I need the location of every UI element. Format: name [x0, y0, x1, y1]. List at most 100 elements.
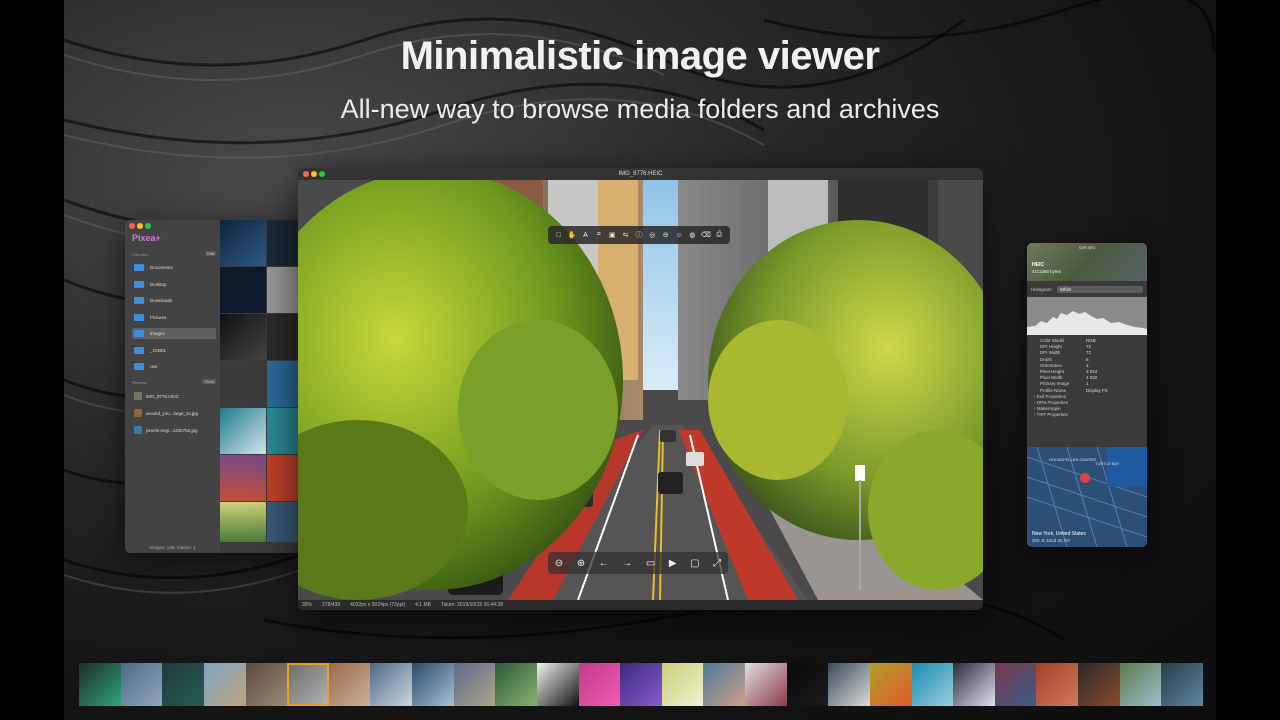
- eraser-tool-icon[interactable]: ⌫: [701, 231, 711, 239]
- sidebar-item-favorite[interactable]: _2XB01: [132, 345, 216, 356]
- folder-icon: [134, 313, 144, 321]
- file-bytes: 4111368 bytes: [1032, 269, 1061, 274]
- thumbnail[interactable]: [220, 408, 266, 454]
- sidebar-item-favorite[interactable]: Images: [132, 328, 216, 339]
- sidebar-item-favorite[interactable]: Pictures: [132, 312, 216, 323]
- filmstrip-thumbnail[interactable]: [1036, 663, 1078, 706]
- filmstrip-thumbnail[interactable]: [745, 663, 787, 706]
- filmstrip-thumbnail[interactable]: [828, 663, 870, 706]
- close-button[interactable]: [129, 223, 135, 229]
- sidebar-item-favorite[interactable]: Documents: [132, 262, 216, 273]
- image-dimensions: 4032px x 3024px (72ppi): [350, 602, 406, 608]
- filmstrip-thumbnail[interactable]: [703, 663, 745, 706]
- filmstrip-thumbnail[interactable]: [79, 663, 121, 706]
- thumbnail[interactable]: [220, 267, 266, 313]
- folder-icon: [134, 264, 144, 271]
- zoom-out-icon[interactable]: ⊖: [555, 558, 563, 569]
- emoji-tool-icon[interactable]: ☺: [675, 231, 683, 239]
- zoom-button[interactable]: [145, 223, 151, 229]
- sidebar-item-favorite[interactable]: Desktop: [132, 279, 216, 290]
- recent-file-item[interactable]: pexels-engi...1435752.jpg: [132, 424, 216, 436]
- minimize-button[interactable]: [137, 223, 143, 229]
- thumbnail[interactable]: [267, 267, 300, 313]
- image-index: 278/439: [322, 602, 341, 608]
- thumbnail[interactable]: [220, 220, 266, 266]
- filmstrip-thumbnail[interactable]: [412, 663, 454, 706]
- thumbnail[interactable]: [267, 502, 300, 542]
- filmstrip-thumbnail[interactable]: [328, 663, 371, 706]
- play-icon[interactable]: ▶: [669, 558, 677, 569]
- filmstrip-thumbnail[interactable]: [370, 663, 412, 706]
- filmstrip-thumbnail[interactable]: [1119, 663, 1162, 706]
- text-tool-icon[interactable]: A: [581, 231, 589, 239]
- fullscreen-icon[interactable]: ⤢: [713, 558, 721, 569]
- thumbnail[interactable]: [267, 455, 300, 501]
- sidebar-item-favorite[interactable]: raw: [132, 361, 216, 372]
- filter-tool-icon[interactable]: ◎: [648, 231, 656, 239]
- slideshow-icon[interactable]: ▭: [646, 558, 655, 569]
- filmstrip-thumbnail[interactable]: [536, 663, 579, 706]
- histogram-label: Histogram:: [1031, 287, 1053, 292]
- folder-icon: [134, 330, 144, 337]
- screen-icon[interactable]: ▢: [690, 558, 699, 569]
- library-status: Images: 148, Videos: 1: [149, 545, 196, 550]
- previous-arrow-icon[interactable]: ←: [599, 558, 609, 569]
- promo-stage: Minimalistic image viewer All-new way to…: [0, 0, 1280, 720]
- browser-window: Pixea+ Favorites Edit Documents Desktop Do…: [125, 220, 300, 553]
- filmstrip-thumbnail[interactable]: [786, 663, 829, 706]
- filmstrip-thumbnail[interactable]: [120, 663, 163, 706]
- filmstrip-thumbnail[interactable]: [453, 663, 496, 706]
- zoom-button[interactable]: [319, 171, 325, 177]
- thumbnail[interactable]: [267, 314, 300, 360]
- thumbnail[interactable]: [220, 502, 266, 542]
- filmstrip-thumbnail[interactable]: [1161, 663, 1203, 706]
- filmstrip-thumbnail[interactable]: [661, 663, 704, 706]
- recent-file-item[interactable]: around_you...large_2x.jpg: [132, 407, 216, 419]
- histogram-select[interactable]: White: [1056, 286, 1143, 293]
- recent-file-item[interactable]: IMG_8776.HEIC: [132, 390, 216, 402]
- filmstrip-thumbnail[interactable]: [869, 663, 912, 706]
- image-tool-icon[interactable]: ▣: [608, 231, 616, 239]
- sidebar: Pixea+ Favorites Edit Documents Desktop Do…: [125, 220, 220, 553]
- map-address: 320, E 42nd St, NY: [1032, 538, 1071, 543]
- filmstrip-thumbnail[interactable]: [1078, 663, 1120, 706]
- property-row: Profile Name Display P3: [1027, 388, 1147, 394]
- select-tool-icon[interactable]: □: [555, 231, 563, 239]
- thumbnail[interactable]: [267, 408, 300, 454]
- favorites-edit-button[interactable]: Edit: [205, 251, 216, 256]
- sharpen-tool-icon[interactable]: ◍: [688, 231, 696, 239]
- filmstrip-thumbnail[interactable]: [911, 663, 954, 706]
- sidebar-item-favorite[interactable]: Downloads: [132, 295, 216, 306]
- rotate-tool-icon[interactable]: ⊖: [662, 231, 670, 239]
- filmstrip: [79, 663, 1203, 706]
- hand-tool-icon[interactable]: ✋: [568, 231, 577, 239]
- zoom-in-icon[interactable]: ⊕: [577, 558, 585, 569]
- thumbnail[interactable]: [220, 455, 266, 501]
- thumbnail[interactable]: [220, 314, 266, 360]
- minimize-button[interactable]: [311, 171, 317, 177]
- filmstrip-thumbnail[interactable]: [287, 663, 329, 706]
- filmstrip-thumbnail[interactable]: [994, 663, 1037, 706]
- info-tool-icon[interactable]: ⓘ: [635, 231, 643, 239]
- filmstrip-thumbnail[interactable]: [162, 663, 204, 706]
- viewer-window: IMG_8776.HEIC □ ✋ A ⌗ ▣ ⇆ ⓘ ◎ ⊖ ☺ ◍ ⌫ ⎙ …: [298, 168, 983, 610]
- filmstrip-thumbnail[interactable]: [578, 663, 621, 706]
- recent-thumbnail: [134, 392, 142, 400]
- crop-tool-icon[interactable]: ⌗: [595, 231, 603, 239]
- sidebar-item-label: Downloads: [150, 298, 173, 303]
- filmstrip-thumbnail[interactable]: [245, 663, 288, 706]
- thumbnail[interactable]: [220, 361, 266, 407]
- filmstrip-thumbnail[interactable]: [953, 663, 995, 706]
- filmstrip-thumbnail[interactable]: [495, 663, 537, 706]
- filmstrip-thumbnail[interactable]: [620, 663, 662, 706]
- filmstrip-thumbnail[interactable]: [203, 663, 246, 706]
- recent-thumbnail: [134, 426, 142, 434]
- adjust-tool-icon[interactable]: ⇆: [622, 231, 630, 239]
- thumbnail[interactable]: [267, 361, 300, 407]
- close-button[interactable]: [303, 171, 309, 177]
- recents-clear-button[interactable]: Clear: [202, 379, 216, 384]
- property-group-disclosure[interactable]: › TIFF Properties: [1027, 412, 1147, 418]
- thumbnail[interactable]: [267, 220, 300, 266]
- print-tool-icon[interactable]: ⎙: [715, 231, 723, 239]
- next-arrow-icon[interactable]: →: [622, 558, 632, 569]
